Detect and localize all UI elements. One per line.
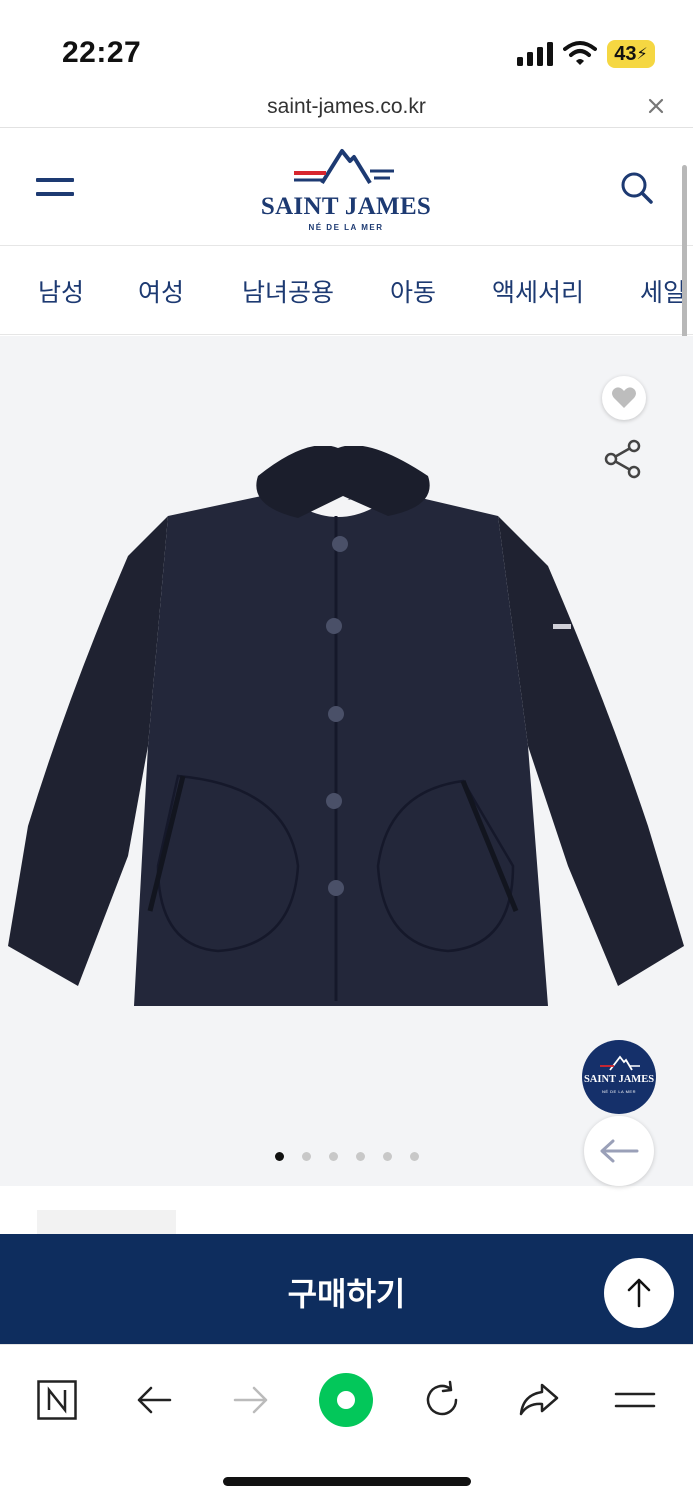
menu-icon <box>614 1392 656 1408</box>
badge-wordmark: SAINT JAMES <box>583 1074 655 1085</box>
badge-mountain-icon <box>600 1055 640 1071</box>
heart-icon <box>612 387 636 408</box>
status-time: 22:27 <box>62 36 142 69</box>
brand-badge[interactable]: SAINT JAMES NÉ DE LA MER <box>582 1040 656 1114</box>
logo-mountain-icon <box>294 149 394 185</box>
reload-icon <box>426 1380 458 1416</box>
naver-n-icon <box>37 1380 77 1420</box>
nav-item-sale[interactable]: 세일 <box>640 273 686 309</box>
wishlist-button[interactable] <box>602 376 646 420</box>
badge-tagline: NÉ DE LA MER <box>601 1089 636 1094</box>
nav-item-unisex[interactable]: 남녀공용 <box>242 273 334 309</box>
wifi-icon <box>563 41 597 65</box>
pagination-dot[interactable] <box>355 1152 365 1161</box>
purchase-bar[interactable]: 구매하기 <box>0 1234 693 1344</box>
nav-item-men[interactable]: 남성 <box>38 273 84 309</box>
cellular-signal-icon <box>517 42 553 66</box>
back-arrow-icon <box>137 1386 172 1414</box>
status-bar: 22:27 43 ⚡ <box>0 0 693 90</box>
category-nav: 남성 여성 남녀공용 아동 액세서리 세일 <box>0 247 693 335</box>
url-text[interactable]: saint-james.co.kr <box>0 95 693 119</box>
close-icon[interactable] <box>644 94 668 118</box>
browser-toolbar <box>0 1344 693 1500</box>
nav-item-accessories[interactable]: 액세서리 <box>492 273 584 309</box>
browser-share-button[interactable] <box>512 1373 566 1427</box>
share-arrow-icon <box>519 1383 559 1416</box>
share-icon[interactable] <box>602 438 644 480</box>
product-image-gallery[interactable]: SAINT JAMES NÉ DE LA MER <box>0 336 693 1186</box>
purchase-button[interactable]: 구매하기 <box>0 1269 693 1315</box>
reload-button[interactable] <box>415 1373 469 1427</box>
saint-james-logo[interactable]: SAINT JAMES NÉ DE LA MER <box>256 143 436 235</box>
browser-forward-button[interactable] <box>224 1373 278 1427</box>
arrow-up-icon <box>627 1278 651 1308</box>
scroll-to-top-button[interactable] <box>604 1258 674 1328</box>
browser-menu-button[interactable] <box>608 1373 662 1427</box>
content-placeholder <box>37 1210 176 1234</box>
browser-url-bar[interactable]: saint-james.co.kr <box>0 90 693 128</box>
pagination-dot-active[interactable] <box>274 1152 284 1161</box>
search-icon[interactable] <box>620 171 654 205</box>
logo-wordmark: SAINT JAMES <box>260 193 432 220</box>
forward-arrow-icon <box>233 1386 268 1414</box>
nav-item-kids[interactable]: 아동 <box>390 273 436 309</box>
gallery-pagination <box>0 1148 693 1166</box>
logo-tagline: NÉ DE LA MER <box>308 223 384 232</box>
browser-back-button[interactable] <box>127 1373 181 1427</box>
site-header: SAINT JAMES NÉ DE LA MER <box>0 129 693 246</box>
battery-level: 43 <box>614 42 637 65</box>
nav-item-women[interactable]: 여성 <box>138 273 184 309</box>
green-dot-button[interactable] <box>319 1373 373 1427</box>
charging-bolt-icon: ⚡ <box>636 46 648 63</box>
green-dot-icon <box>319 1373 373 1427</box>
pagination-dot[interactable] <box>301 1152 311 1161</box>
pagination-dot[interactable] <box>382 1152 392 1161</box>
battery-indicator: 43 ⚡ <box>607 40 655 68</box>
home-indicator[interactable] <box>223 1477 471 1486</box>
pagination-dot[interactable] <box>328 1152 338 1161</box>
naver-home-button[interactable] <box>30 1373 84 1427</box>
pagination-dot[interactable] <box>409 1152 419 1161</box>
hamburger-menu-icon[interactable] <box>36 175 76 201</box>
product-image-jacket[interactable] <box>8 446 684 1016</box>
